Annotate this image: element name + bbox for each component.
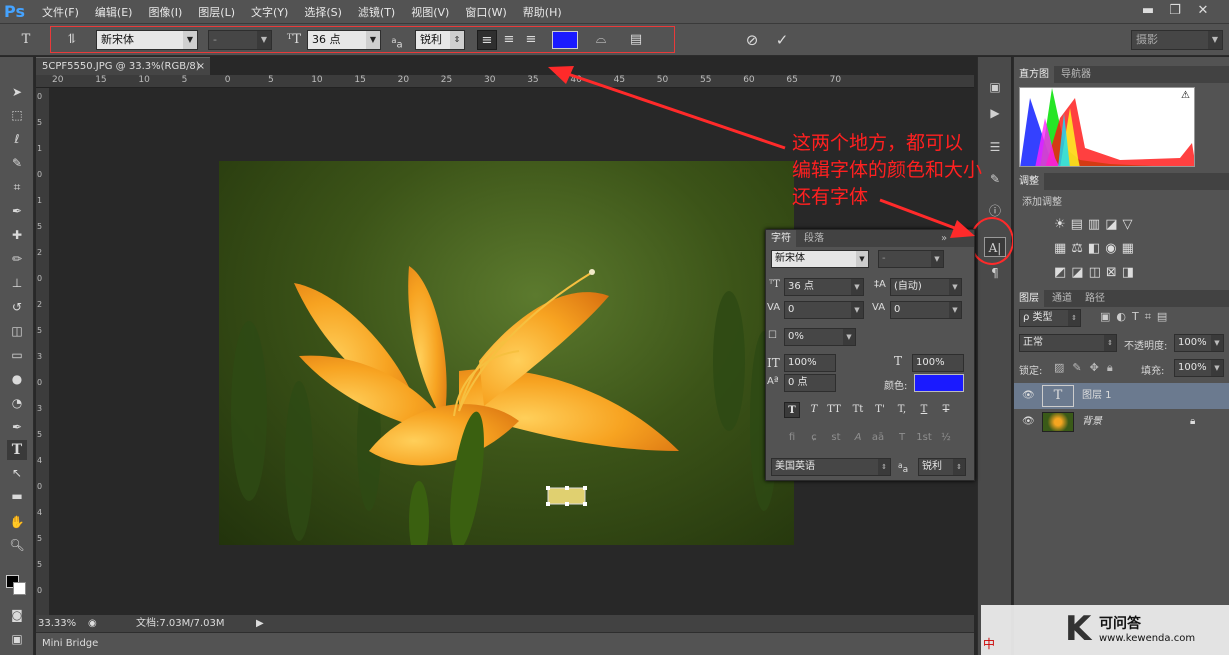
annotation-arrows bbox=[548, 66, 975, 238]
